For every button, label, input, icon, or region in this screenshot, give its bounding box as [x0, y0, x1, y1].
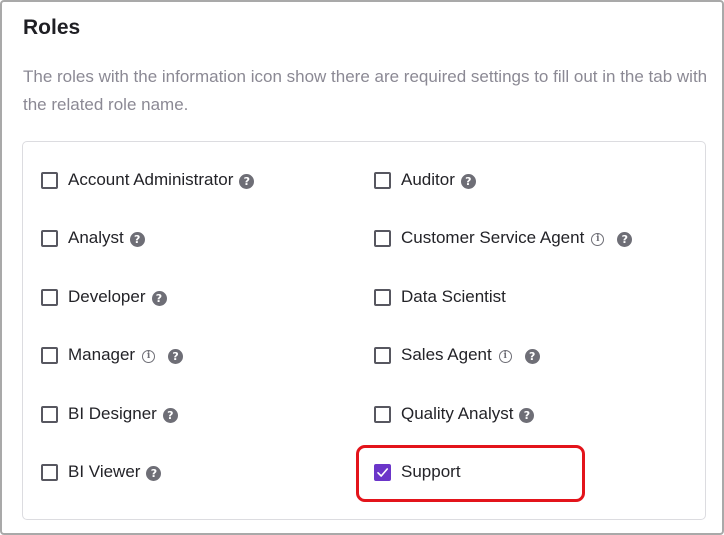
role-checkbox[interactable]	[374, 405, 391, 423]
role-option-customer-service-agent[interactable]: Customer Service Agent i?	[374, 226, 633, 250]
role-checkbox[interactable]	[374, 288, 391, 306]
role-label: Customer Service Agent	[401, 228, 585, 247]
role-checkbox[interactable]	[41, 405, 58, 423]
section-title: Roles	[23, 16, 81, 39]
role-option-bi-viewer[interactable]: BI Viewer?	[41, 460, 162, 484]
role-option-auditor[interactable]: Auditor?	[374, 168, 476, 192]
role-label: Account Administrator	[68, 170, 234, 189]
role-checkbox[interactable]	[41, 463, 58, 481]
selection-highlight-outline	[356, 445, 585, 502]
role-label: Developer	[68, 287, 146, 306]
role-label: Data Scientist	[401, 287, 506, 306]
role-option-data-scientist[interactable]: Data Scientist	[374, 285, 506, 309]
role-label: Sales Agent	[401, 345, 492, 364]
help-icon[interactable]: ?	[146, 466, 162, 481]
role-checkbox[interactable]	[374, 346, 391, 364]
role-label: BI Viewer	[68, 462, 141, 481]
role-option-analyst[interactable]: Analyst?	[41, 226, 145, 250]
info-icon[interactable]: i	[142, 350, 156, 363]
role-option-developer[interactable]: Developer?	[41, 285, 167, 309]
role-checkbox[interactable]	[41, 288, 58, 306]
help-icon[interactable]: ?	[460, 174, 476, 189]
role-option-quality-analyst[interactable]: Quality Analyst?	[374, 402, 535, 426]
role-label: Manager	[68, 345, 136, 364]
role-option-bi-designer[interactable]: BI Designer?	[41, 402, 178, 426]
role-option-sales-agent[interactable]: Sales Agent i?	[374, 343, 540, 367]
help-icon[interactable]: ?	[151, 291, 167, 306]
role-checkbox[interactable]	[41, 229, 58, 247]
section-description: The roles with the information icon show…	[23, 67, 708, 114]
role-checkbox[interactable]	[374, 171, 391, 189]
help-icon[interactable]: ?	[524, 349, 540, 364]
info-icon[interactable]: i	[498, 350, 512, 363]
info-icon[interactable]: i	[591, 233, 605, 246]
role-checkbox[interactable]	[374, 229, 391, 247]
help-icon[interactable]: ?	[239, 174, 255, 189]
help-icon[interactable]: ?	[129, 232, 145, 247]
role-option-account-administrator[interactable]: Account Administrator?	[41, 168, 255, 192]
help-icon[interactable]: ?	[168, 349, 184, 364]
help-icon[interactable]: ?	[617, 232, 633, 247]
role-checkbox[interactable]	[41, 171, 58, 189]
role-label: Quality Analyst	[401, 404, 514, 423]
role-label: Auditor	[401, 170, 455, 189]
help-icon[interactable]: ?	[519, 408, 535, 423]
role-checkbox[interactable]	[41, 346, 58, 364]
role-label: Analyst	[68, 228, 124, 247]
role-option-manager[interactable]: Manager i?	[41, 343, 184, 367]
help-icon[interactable]: ?	[162, 408, 178, 423]
role-label: BI Designer	[68, 404, 157, 423]
